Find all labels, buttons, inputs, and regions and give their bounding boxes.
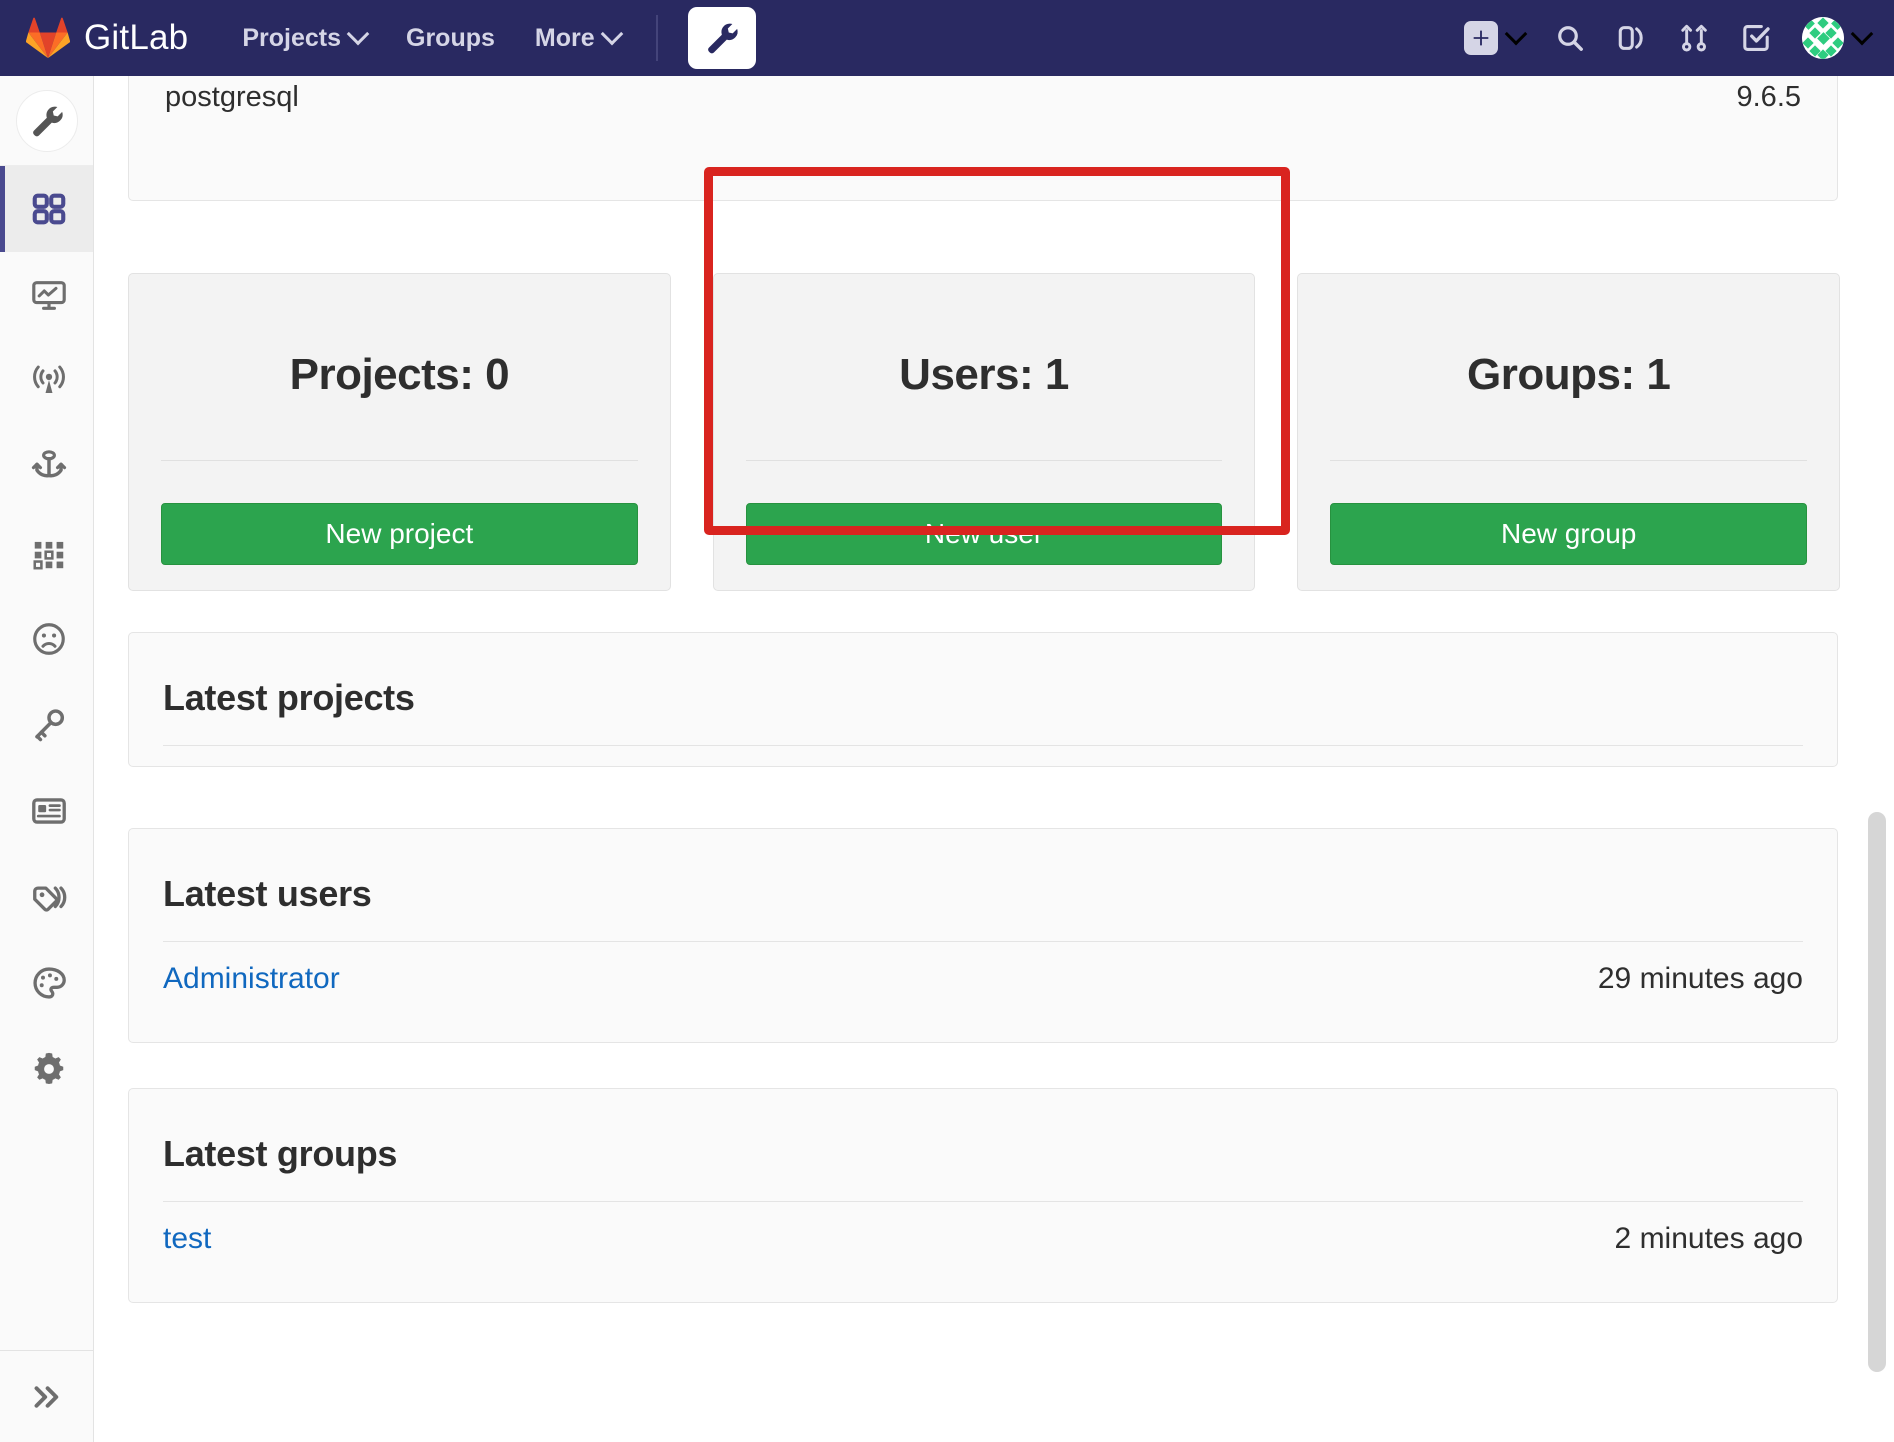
wrench-icon (32, 106, 63, 136)
top-navbar: GitLab Projects Groups More (0, 0, 1894, 76)
nav-links: Projects Groups More (242, 22, 623, 53)
new-dropdown-button[interactable] (1464, 21, 1528, 55)
monitoring-icon (32, 281, 66, 310)
appearance-palette-icon (33, 967, 66, 999)
sidebar-item-labels[interactable] (0, 854, 93, 940)
latest-groups-title: Latest groups (163, 1133, 398, 1174)
chevron-down-icon (600, 22, 623, 46)
new-group-button[interactable]: New group (1330, 503, 1808, 565)
avatar (1802, 17, 1844, 59)
gitlab-tanuki-logo-icon (26, 17, 70, 59)
search-icon[interactable] (1554, 22, 1586, 54)
admin-area-button[interactable] (687, 7, 756, 69)
navbar-divider (655, 15, 658, 61)
chevron-down-icon (1850, 22, 1874, 46)
sidebar-item-messages[interactable] (0, 338, 93, 424)
stat-card-users: Users: 1 New user (712, 273, 1256, 591)
divider (163, 745, 1803, 746)
labels-icon (33, 886, 67, 912)
stats-row: Projects: 0 New project Users: 1 New use… (128, 273, 1841, 591)
admin-wrench-avatar (15, 89, 78, 152)
sidebar-item-applications[interactable] (0, 510, 93, 596)
sidebar-item-deploy-keys[interactable] (0, 682, 93, 768)
latest-users-card: Latest users Administrator 29 minutes ag… (128, 828, 1838, 1043)
nav-link-projects-label: Projects (242, 23, 341, 52)
latest-projects-title: Latest projects (163, 677, 415, 718)
latest-users-title: Latest users (163, 873, 372, 914)
todos-icon[interactable] (1740, 22, 1772, 54)
applications-icon (33, 541, 64, 570)
stat-card-projects: Projects: 0 New project (128, 273, 671, 591)
latest-groups-card: Latest groups test 2 minutes ago (128, 1088, 1838, 1303)
nav-link-more[interactable]: More (534, 22, 623, 53)
divider (1330, 460, 1808, 461)
sidebar-collapse-button[interactable] (0, 1350, 93, 1442)
sidebar-header[interactable] (0, 76, 93, 166)
user-timestamp: 29 minutes ago (1597, 962, 1803, 995)
sidebar-item-monitoring[interactable] (0, 252, 93, 338)
sidebar-item-settings[interactable] (0, 1026, 93, 1112)
nav-link-groups-label: Groups (406, 23, 495, 52)
nav-link-projects[interactable]: Projects (242, 22, 370, 53)
double-chevron-right-icon (34, 1385, 58, 1408)
system-hooks-anchor-icon (31, 450, 67, 478)
new-project-button[interactable]: New project (161, 503, 638, 565)
main-content: postgresql 9.6.5 Projects: 0 New project… (94, 76, 1894, 1442)
divider (161, 460, 638, 461)
nav-link-more-label: More (534, 23, 595, 52)
sidebar-item-system-hooks[interactable] (0, 424, 93, 510)
brand-name: GitLab (84, 18, 189, 57)
user-menu-button[interactable] (1802, 17, 1874, 59)
stat-card-groups: Groups: 1 New group (1297, 273, 1841, 591)
group-timestamp: 2 minutes ago (1614, 1222, 1803, 1255)
overview-grid-icon (32, 193, 66, 225)
nav-link-groups[interactable]: Groups (406, 24, 495, 53)
system-info-card: postgresql 9.6.5 (128, 76, 1838, 201)
stat-card-projects-title: Projects: 0 (289, 350, 510, 399)
license-icon (32, 798, 66, 824)
brand[interactable]: GitLab (26, 17, 188, 59)
divider (745, 460, 1223, 461)
wrench-icon (707, 23, 738, 54)
system-info-key: postgresql (165, 80, 299, 113)
system-info-value: 9.6.5 (1736, 80, 1802, 113)
issues-icon[interactable] (1616, 22, 1648, 54)
new-user-button[interactable]: New user (745, 503, 1223, 565)
user-link-administrator[interactable]: Administrator (163, 962, 340, 996)
stat-card-users-title: Users: 1 (899, 350, 1069, 399)
list-item: test 2 minutes ago (163, 1202, 1803, 1276)
broadcast-messages-icon (33, 365, 65, 394)
list-item: Administrator 29 minutes ago (163, 942, 1803, 1016)
sidebar-item-overview[interactable] (0, 166, 93, 252)
stat-card-groups-title: Groups: 1 (1467, 350, 1671, 399)
chevron-down-icon (346, 22, 370, 46)
group-link-test[interactable]: test (163, 1222, 211, 1256)
latest-projects-card: Latest projects (128, 632, 1838, 767)
navbar-right-icons (1464, 0, 1874, 76)
settings-gear-icon (34, 1052, 64, 1085)
chevron-down-icon (1504, 22, 1528, 46)
left-sidebar (0, 76, 94, 1442)
sidebar-item-abuse-reports[interactable] (0, 596, 93, 682)
deploy-keys-icon (35, 709, 65, 742)
abuse-reports-icon (33, 623, 65, 655)
merge-requests-icon[interactable] (1678, 22, 1710, 54)
sidebar-item-license[interactable] (0, 768, 93, 854)
plus-icon (1464, 21, 1498, 55)
sidebar-items (0, 166, 93, 1112)
system-info-row-postgresql: postgresql 9.6.5 (165, 76, 1801, 127)
sidebar-item-appearance[interactable] (0, 940, 93, 1026)
vertical-scrollbar-thumb[interactable] (1868, 812, 1886, 1372)
